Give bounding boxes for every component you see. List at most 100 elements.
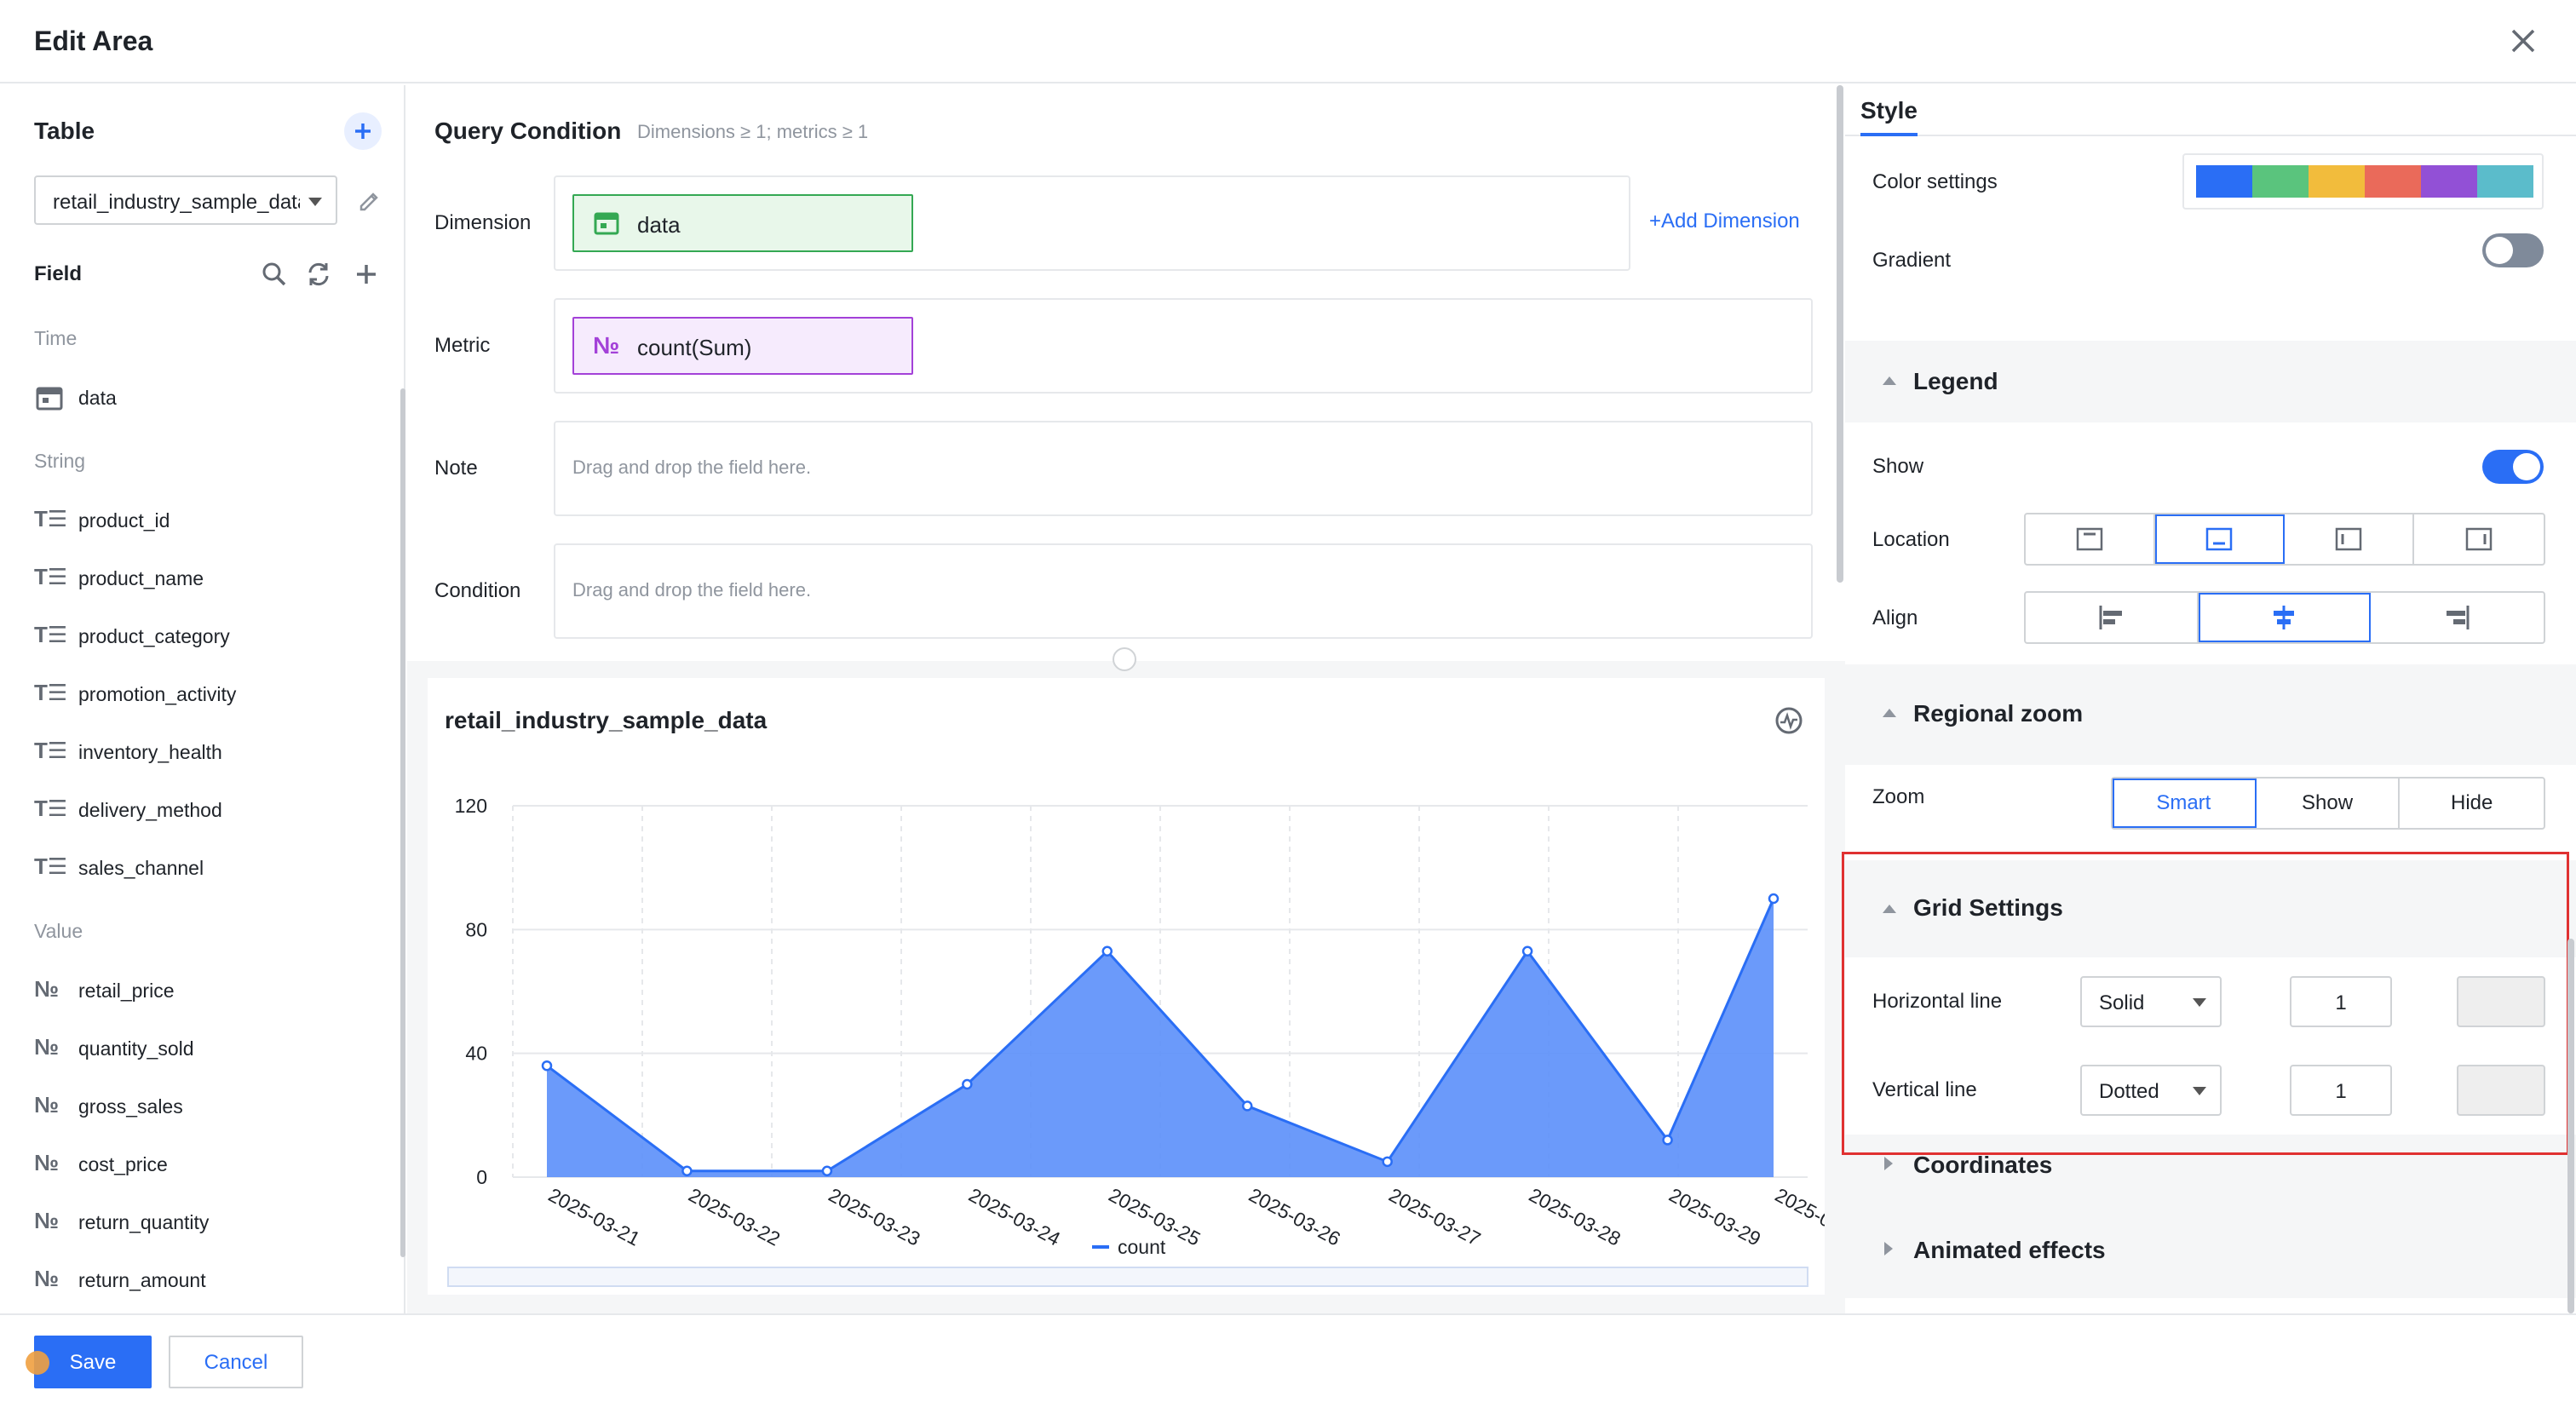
legend-section-header[interactable]: Legend <box>1845 341 2576 422</box>
regional-zoom-section-header[interactable]: Regional zoom <box>1845 664 2576 765</box>
color-settings-label: Color settings <box>1872 170 1998 193</box>
field-item[interactable]: T☰ promotion_activity <box>34 678 375 712</box>
location-bottom[interactable] <box>2155 514 2285 564</box>
field-item[interactable]: № return_amount <box>34 1264 375 1298</box>
data-point <box>1382 1156 1393 1168</box>
search-icon[interactable] <box>259 259 290 290</box>
table-select[interactable]: retail_industry_sample_data <box>34 175 337 225</box>
data-point <box>1521 945 1533 957</box>
field-item[interactable]: T☰ product_name <box>34 562 375 596</box>
data-point <box>541 1060 553 1072</box>
field-item[interactable]: T☰ product_id <box>34 504 375 538</box>
zoom-show[interactable]: Show <box>2257 779 2401 828</box>
align-left-icon <box>2099 606 2123 629</box>
zoom-hide[interactable]: Hide <box>2400 779 2544 828</box>
calendar-icon <box>36 387 63 411</box>
field-item[interactable]: T☰ inventory_health <box>34 736 375 770</box>
field-item[interactable]: № quantity_sold <box>34 1032 375 1066</box>
metric-label: Metric <box>434 334 491 357</box>
add-table-button[interactable] <box>344 112 382 150</box>
tab-style[interactable]: Style <box>1860 97 1918 136</box>
coordinates-section-header[interactable]: Coordinates <box>1845 1135 2576 1216</box>
y-tick-label: 0 <box>476 1166 487 1188</box>
metric-dropzone[interactable]: № count(Sum) <box>554 298 1813 394</box>
x-tick-label: 2025-03-28 <box>1526 1183 1624 1250</box>
add-field-icon[interactable] <box>351 259 382 290</box>
zoom-slider <box>447 1267 1808 1287</box>
align-right[interactable] <box>2371 593 2544 642</box>
field-item[interactable]: № return_quantity <box>34 1206 375 1240</box>
pencil-icon[interactable] <box>356 186 383 213</box>
save-button[interactable]: Save <box>34 1336 152 1388</box>
left-scrollbar[interactable] <box>400 388 405 1257</box>
vertical-line-color-picker[interactable] <box>2457 1065 2545 1116</box>
dimension-pill[interactable]: data <box>572 194 913 252</box>
animated-effects-section-header[interactable]: Animated effects <box>1845 1225 2576 1298</box>
field-item[interactable]: data <box>34 382 375 416</box>
location-top[interactable] <box>2026 514 2155 564</box>
text-field-icon: T☰ <box>34 622 68 647</box>
align-center[interactable] <box>2198 593 2372 642</box>
y-tick-label: 80 <box>465 918 487 940</box>
collapse-icon <box>1883 905 1896 913</box>
expand-icon <box>1884 1157 1893 1170</box>
cancel-button[interactable]: Cancel <box>169 1336 303 1388</box>
x-tick-label: 2025-03-22 <box>685 1183 784 1250</box>
grid-settings-body: Horizontal line Solid 1 Vertical line Do… <box>1845 957 2576 1135</box>
align-segmented <box>2024 591 2545 644</box>
horizontal-line-width-input[interactable]: 1 <box>2290 976 2392 1027</box>
data-point <box>1241 1100 1253 1112</box>
number-field-icon: № <box>34 1034 59 1060</box>
location-right[interactable] <box>2414 514 2544 564</box>
color-palette-picker[interactable] <box>2182 153 2544 210</box>
legend-show-label: Show <box>1872 455 1924 478</box>
add-dimension-button[interactable]: +Add Dimension <box>1649 210 1800 233</box>
x-tick-label: 2025-03-27 <box>1385 1183 1484 1250</box>
text-field-icon: T☰ <box>34 564 68 589</box>
field-item[interactable]: T☰ product_category <box>34 620 375 654</box>
dialog-title: Edit Area <box>34 26 153 56</box>
vertical-line-width-input[interactable]: 1 <box>2290 1065 2392 1116</box>
condition-dropzone[interactable]: Drag and drop the field here. <box>554 543 1813 639</box>
number-field-icon: № <box>34 1092 59 1118</box>
align-center-icon <box>2274 606 2294 629</box>
calendar-icon <box>594 212 619 235</box>
query-condition-section: Query Condition Dimensions ≥ 1; metrics … <box>407 85 1845 661</box>
y-tick-label: 120 <box>455 795 487 817</box>
style-scrollbar[interactable] <box>2567 939 2574 1313</box>
horizontal-line-style-select[interactable]: Solid <box>2080 976 2222 1027</box>
field-item[interactable]: № cost_price <box>34 1148 375 1182</box>
horizontal-line-color-picker[interactable] <box>2457 976 2545 1027</box>
x-tick-label: 2025-03-21 <box>545 1183 644 1250</box>
field-item[interactable]: № gross_sales <box>34 1090 375 1124</box>
number-field-icon: № <box>34 1208 59 1233</box>
group-label-string: String <box>34 450 86 472</box>
align-right-icon <box>2446 606 2470 629</box>
gradient-toggle[interactable] <box>2482 233 2544 267</box>
vertical-line-style-select[interactable]: Dotted <box>2080 1065 2222 1116</box>
field-item[interactable]: T☰ sales_channel <box>34 852 375 886</box>
query-scrollbar[interactable] <box>1837 85 1843 583</box>
zoom-smart[interactable]: Smart <box>2113 779 2257 828</box>
style-tabs: Style <box>1845 85 2576 136</box>
resize-handle-icon[interactable] <box>1113 647 1136 671</box>
grid-settings-header[interactable]: Grid Settings <box>1845 860 2576 957</box>
align-left[interactable] <box>2026 593 2199 642</box>
location-left[interactable] <box>2285 514 2414 564</box>
dialog-footer: Save Cancel <box>0 1313 2576 1402</box>
legend-show-toggle[interactable] <box>2482 450 2544 484</box>
zoom-segmented: Smart Show Hide <box>2111 777 2545 830</box>
metric-pill[interactable]: № count(Sum) <box>572 317 913 375</box>
y-tick-label: 40 <box>465 1043 487 1065</box>
field-item[interactable]: № retail_price <box>34 974 375 1008</box>
zoom-label: Zoom <box>1872 785 1925 808</box>
table-field-panel: Table retail_industry_sample_data Field <box>0 85 405 1313</box>
close-icon[interactable] <box>2504 22 2542 60</box>
refresh-icon[interactable] <box>303 259 334 290</box>
palette-swatch <box>2477 165 2533 198</box>
collapse-icon <box>1883 709 1896 717</box>
field-item[interactable]: T☰ delivery_method <box>34 794 375 828</box>
data-point <box>821 1165 833 1176</box>
dimension-dropzone[interactable]: data <box>554 175 1630 271</box>
note-dropzone[interactable]: Drag and drop the field here. <box>554 421 1813 516</box>
